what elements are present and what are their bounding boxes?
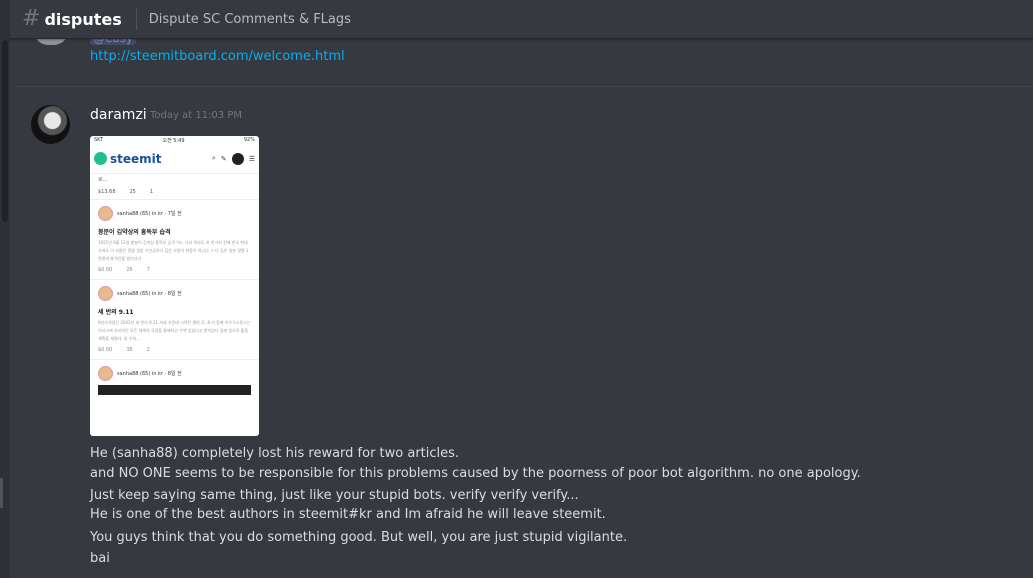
post-author: sanha88 (65) in kr · 8일 전 — [117, 371, 182, 377]
post-body: 9년의 9일간 2001년 세 번의 9.11 사태 가운데 시작된 평야 후,… — [98, 320, 251, 341]
author-avatar — [98, 366, 113, 381]
search-icon: ⌕ — [211, 154, 216, 162]
top-row: 로... — [98, 177, 108, 183]
previous-message: @easy http://steemitboard.com/welcome.ht… — [10, 31, 1033, 69]
message-line: He is one of the best authors in steemit… — [90, 507, 606, 522]
hash-icon: # — [22, 6, 41, 31]
image-attachment[interactable]: SKT 오전 5:49 92% steemit ⌕ ✎ ☰ 로... $13.6… — [90, 136, 259, 436]
message-timestamp: Today at 11:03 PM — [150, 110, 242, 121]
message-divider — [16, 86, 1033, 87]
pencil-icon: ✎ — [220, 154, 227, 163]
steemit-logo: steemit — [110, 151, 162, 166]
post-stats: $13.68 25 1 — [90, 185, 259, 200]
message-line: and NO ONE seems to be responsible for t… — [90, 466, 861, 481]
payout-value: $0.00 — [98, 267, 113, 273]
resize-handle[interactable] — [0, 478, 3, 508]
steemit-logo-icon — [94, 152, 107, 165]
phone-status-bar: SKT 오전 5:49 92% — [90, 136, 259, 144]
message-link[interactable]: http://steemitboard.com/welcome.html — [90, 49, 345, 64]
channel-topic[interactable]: Dispute SC Comments & FLags — [149, 12, 351, 27]
message-username[interactable]: daramzi — [90, 107, 147, 123]
post-image — [98, 385, 251, 395]
vote-count: 36 — [126, 347, 133, 353]
post-body: 1921년 6월 12일 봉분이 김약상 흥독부 습격 어느 나라 역사도 의 … — [98, 240, 249, 261]
payout-value: $13.68 — [98, 189, 116, 195]
channel-header: # disputes Dispute SC Comments & FLags — [10, 0, 1033, 39]
comment-count: 7 — [146, 267, 150, 273]
vote-count: 26 — [126, 267, 133, 273]
avatar — [231, 152, 244, 165]
author-avatar — [98, 206, 113, 221]
message-line: You guys think that you do something goo… — [90, 530, 628, 545]
post-author: sanha88 (65) in kr · 7일 전 — [117, 211, 182, 217]
author-avatar — [98, 286, 113, 301]
post-title: 봉분이 김약상의 흥독부 습격 — [98, 229, 171, 236]
payout-value: $0.00 — [98, 347, 113, 353]
avatar[interactable] — [31, 105, 70, 144]
post-author: sanha88 (65) in kr · 8일 전 — [117, 291, 182, 297]
left-panel-edge — [0, 0, 10, 578]
message-line: He (sanha88) completely lost his reward … — [90, 446, 460, 461]
vote-count: 25 — [129, 189, 136, 195]
scrollbar-thumb[interactable] — [2, 40, 8, 222]
clock-label: 오전 5:49 — [162, 138, 185, 144]
comment-count: 1 — [149, 189, 154, 195]
comment-count: 2 — [146, 347, 150, 353]
message-line: bai — [90, 551, 110, 566]
feed-post: sanha88 (65) in kr · 8일 전 세 번의 9.11 9년의 … — [90, 280, 259, 360]
channel-name: disputes — [44, 9, 122, 29]
battery-label: 92% — [243, 137, 255, 143]
header-divider — [135, 8, 137, 30]
feed-post: sanha88 (65) in kr · 7일 전 봉분이 김약상의 흥독부 습… — [90, 200, 259, 280]
message-line: Just keep saying same thing, just like y… — [90, 488, 579, 503]
carrier-label: SKT — [94, 137, 104, 143]
steemit-navbar: steemit ⌕ ✎ ☰ — [90, 144, 259, 174]
post-title: 세 번의 9.11 — [98, 309, 134, 316]
menu-icon: ☰ — [248, 154, 255, 163]
feed-post: sanha88 (65) in kr · 8일 전 — [90, 360, 259, 401]
